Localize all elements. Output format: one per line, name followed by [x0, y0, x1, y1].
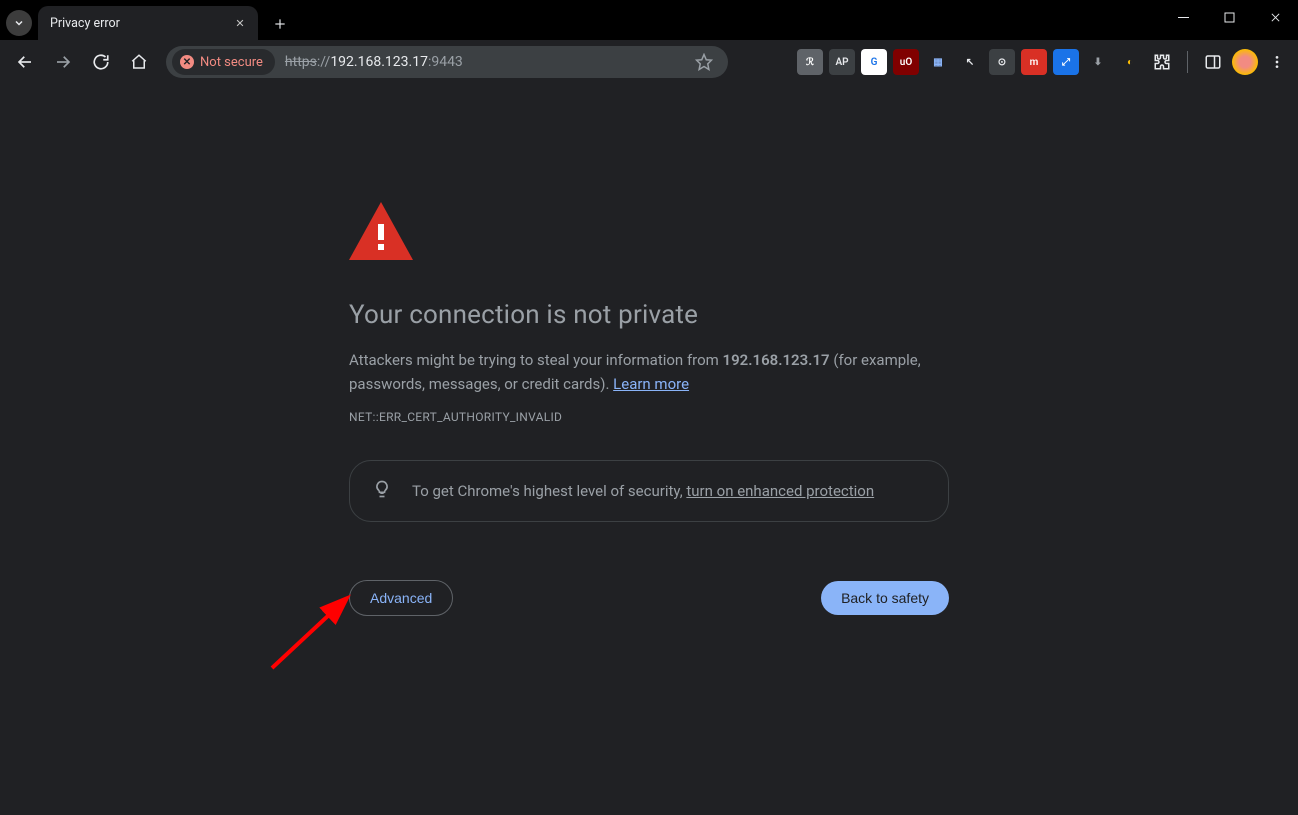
error-description: Attackers might be trying to steal your …: [349, 348, 929, 396]
enhanced-protection-tip: To get Chrome's highest level of securit…: [349, 460, 949, 522]
window-controls: [1160, 0, 1298, 34]
ext-5[interactable]: ▦: [925, 49, 951, 75]
warning-triangle-icon: [349, 202, 413, 260]
ext-10[interactable]: ⬇: [1085, 49, 1111, 75]
tab-close-button[interactable]: [232, 15, 248, 31]
ext-1[interactable]: ℛ: [797, 49, 823, 75]
extensions-menu-button[interactable]: [1149, 49, 1175, 75]
lightbulb-icon: [372, 479, 392, 503]
side-panel-icon: [1204, 53, 1222, 71]
kebab-menu-icon: [1269, 54, 1285, 70]
arrow-right-icon: [54, 53, 72, 71]
url-host: 192.168.123.17: [330, 54, 428, 70]
close-icon: [235, 18, 245, 28]
toolbar-divider: [1187, 51, 1188, 73]
tab-strip: Privacy error: [0, 0, 294, 40]
toolbar: ✕ Not secure https://192.168.123.17:9443…: [0, 40, 1298, 84]
ext-3[interactable]: G: [861, 49, 887, 75]
titlebar: Privacy error: [0, 0, 1298, 40]
ext-7[interactable]: ⊙: [989, 49, 1015, 75]
reload-button[interactable]: [84, 45, 118, 79]
error-body-host: 192.168.123.17: [723, 351, 830, 369]
browser-tab[interactable]: Privacy error: [38, 6, 258, 40]
button-row: Advanced Back to safety: [349, 580, 949, 616]
reload-icon: [92, 53, 110, 71]
forward-button[interactable]: [46, 45, 80, 79]
close-window-button[interactable]: [1252, 0, 1298, 34]
tip-prefix: To get Chrome's highest level of securit…: [412, 482, 686, 500]
ext-4[interactable]: uO: [893, 49, 919, 75]
back-to-safety-button[interactable]: Back to safety: [821, 581, 949, 615]
bookmark-button[interactable]: [690, 48, 718, 76]
ext-8[interactable]: m: [1021, 49, 1047, 75]
profile-avatar[interactable]: [1232, 49, 1258, 75]
maximize-icon: [1224, 12, 1235, 23]
home-button[interactable]: [122, 45, 156, 79]
security-label: Not secure: [200, 55, 263, 70]
not-secure-icon: ✕: [180, 55, 194, 69]
chevron-down-icon: [13, 17, 25, 29]
plus-icon: [273, 17, 287, 31]
ssl-error-interstitial: Your connection is not private Attackers…: [349, 202, 949, 616]
maximize-button[interactable]: [1206, 0, 1252, 34]
tab-title: Privacy error: [50, 16, 232, 31]
ext-2[interactable]: AP: [829, 49, 855, 75]
learn-more-link[interactable]: Learn more: [613, 375, 689, 393]
arrow-left-icon: [16, 53, 34, 71]
extensions-row: ℛAPGuO▦↖⊙m⤢⬇◐: [797, 49, 1290, 75]
back-button[interactable]: [8, 45, 42, 79]
home-icon: [130, 53, 148, 71]
minimize-button[interactable]: [1160, 0, 1206, 34]
url-separator: ://: [317, 54, 330, 70]
search-tabs-button[interactable]: [6, 10, 32, 36]
star-icon: [695, 53, 713, 71]
address-bar[interactable]: ✕ Not secure https://192.168.123.17:9443: [166, 46, 728, 78]
ext-9[interactable]: ⤢: [1053, 49, 1079, 75]
close-icon: [1270, 12, 1281, 23]
url-scheme: https: [285, 54, 317, 70]
minimize-icon: [1178, 12, 1189, 23]
error-heading: Your connection is not private: [349, 300, 949, 330]
enhanced-protection-link[interactable]: turn on enhanced protection: [686, 482, 874, 500]
ext-11[interactable]: ◐: [1117, 49, 1143, 75]
chrome-menu-button[interactable]: [1264, 49, 1290, 75]
side-panel-button[interactable]: [1200, 49, 1226, 75]
url-port: :9443: [428, 54, 463, 70]
page-content: Your connection is not private Attackers…: [0, 84, 1298, 815]
security-chip[interactable]: ✕ Not secure: [172, 49, 275, 75]
error-code: NET::ERR_CERT_AUTHORITY_INVALID: [349, 410, 949, 424]
advanced-button[interactable]: Advanced: [349, 580, 453, 616]
new-tab-button[interactable]: [266, 10, 294, 38]
error-body-prefix: Attackers might be trying to steal your …: [349, 351, 723, 369]
tip-text: To get Chrome's highest level of securit…: [412, 482, 874, 500]
puzzle-icon: [1153, 53, 1171, 71]
ext-6[interactable]: ↖: [957, 49, 983, 75]
url-display: https://192.168.123.17:9443: [285, 54, 463, 70]
